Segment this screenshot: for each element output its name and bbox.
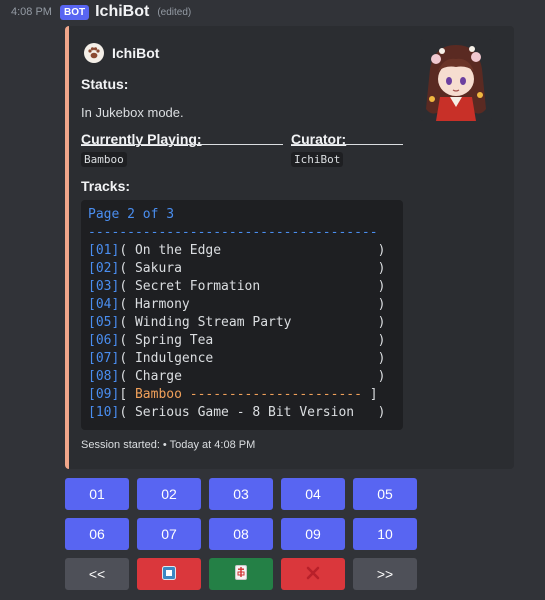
track-number: [03] <box>88 279 120 294</box>
status-label: Status: <box>81 76 129 92</box>
embed: IchiBot Status: In Jukebox mode. Current… <box>65 26 514 469</box>
stop-icon <box>162 565 176 583</box>
track-title: ( Indulgence ) <box>119 351 386 366</box>
cross-mark-icon <box>306 566 320 583</box>
track-number: [01] <box>88 243 120 258</box>
track-01-button[interactable]: 01 <box>65 478 129 510</box>
tracks-codeblock: Page 2 of 3 ----------------------------… <box>81 200 403 430</box>
track-title: ( Harmony ) <box>119 297 386 312</box>
currently-playing-value: Bamboo <box>81 152 127 167</box>
track-row: [02]( Sakura ) <box>88 260 385 278</box>
divider <box>291 144 403 145</box>
bot-tag: BOT <box>60 4 90 20</box>
track-number: [05] <box>88 315 120 330</box>
track-title: [ <box>119 387 135 402</box>
embed-author: IchiBot <box>84 43 159 63</box>
track-row: [05]( Winding Stream Party ) <box>88 314 385 332</box>
track-title: ( Serious Game - 8 Bit Version ) <box>119 405 386 420</box>
track-number: [10] <box>88 405 120 420</box>
track-09-button[interactable]: 09 <box>281 518 345 550</box>
track-title: ( Secret Formation ) <box>119 279 386 294</box>
close-button[interactable] <box>281 558 345 590</box>
track-number: [08] <box>88 369 120 384</box>
author-name[interactable]: IchiBot <box>95 3 149 21</box>
track-10-button[interactable]: 10 <box>353 518 417 550</box>
next-page-button[interactable]: >> <box>353 558 417 590</box>
current-track-title: Bamboo ---------------------- <box>134 387 362 402</box>
embed-footer: Session started: • Today at 4:08 PM <box>81 439 256 451</box>
track-title: ( Spring Tea ) <box>119 333 386 348</box>
track-title: ( Charge ) <box>119 369 386 384</box>
track-row: [03]( Secret Formation ) <box>88 278 385 296</box>
divider <box>81 144 283 145</box>
stop-button[interactable] <box>137 558 201 590</box>
anime-character-thumbnail <box>420 39 492 121</box>
track-05-button[interactable]: 05 <box>353 478 417 510</box>
track-row: [01]( On the Edge ) <box>88 242 385 260</box>
track-03-button[interactable]: 03 <box>209 478 273 510</box>
previous-page-button[interactable]: << <box>65 558 129 590</box>
track-02-button[interactable]: 02 <box>137 478 201 510</box>
shuffle-button[interactable] <box>209 558 273 590</box>
edited-label: (edited) <box>157 6 192 18</box>
message-header: BOT IchiBot (edited) <box>60 3 191 21</box>
track-row: [04]( Harmony ) <box>88 296 385 314</box>
paw-icon <box>84 43 104 63</box>
status-value: In Jukebox mode. <box>81 105 184 120</box>
track-07-button[interactable]: 07 <box>137 518 201 550</box>
track-08-button[interactable]: 08 <box>209 518 273 550</box>
track-number: [06] <box>88 333 120 348</box>
track-title: ( Sakura ) <box>119 261 386 276</box>
track-row: [08]( Charge ) <box>88 368 385 386</box>
mahjong-tile-icon <box>235 565 247 583</box>
track-row: [07]( Indulgence ) <box>88 350 385 368</box>
track-row: [06]( Spring Tea ) <box>88 332 385 350</box>
track-number: [07] <box>88 351 120 366</box>
curator-value: IchiBot <box>291 152 344 167</box>
track-row: [10]( Serious Game - 8 Bit Version ) <box>88 404 385 422</box>
track-06-button[interactable]: 06 <box>65 518 129 550</box>
track-row: [09][ Bamboo ---------------------- ] <box>88 387 378 402</box>
embed-author-name[interactable]: IchiBot <box>112 45 159 61</box>
separator-line: ------------------------------------- <box>88 225 378 240</box>
page-indicator: Page 2 of 3 <box>88 207 175 222</box>
track-04-button[interactable]: 04 <box>281 478 345 510</box>
track-number: [02] <box>88 261 120 276</box>
tracks-label: Tracks: <box>81 178 131 194</box>
track-number: [09] <box>88 387 120 402</box>
timestamp: 4:08 PM <box>11 6 52 18</box>
track-title: ( Winding Stream Party ) <box>119 315 386 330</box>
track-title: ( On the Edge ) <box>119 243 386 258</box>
track-number: [04] <box>88 297 120 312</box>
